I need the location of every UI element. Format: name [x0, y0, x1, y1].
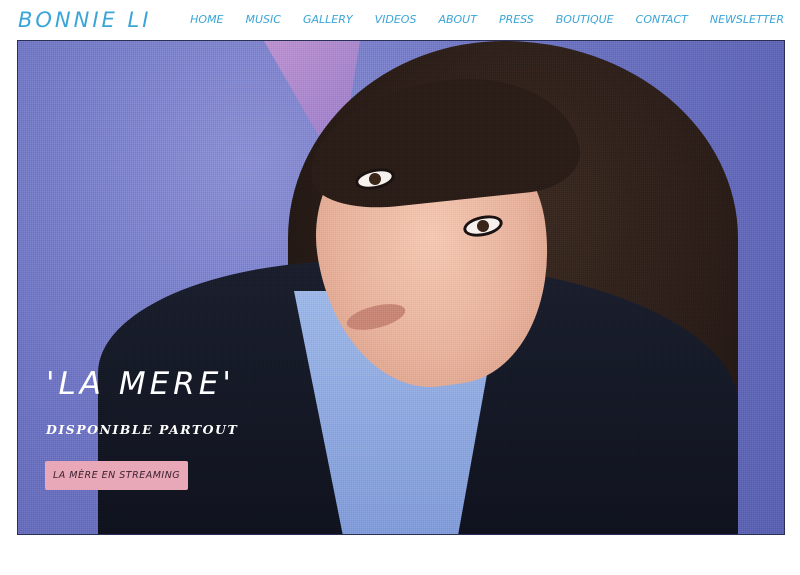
nav-item-about[interactable]: ABOUT — [438, 13, 477, 26]
streaming-button[interactable]: LA MÈRE EN STREAMING — [45, 461, 189, 490]
hero-title: 'LA MERE' — [46, 366, 235, 402]
nav-item-boutique[interactable]: BOUTIQUE — [556, 13, 614, 26]
nav-item-newsletter[interactable]: NEWSLETTER — [710, 13, 784, 26]
site-logo[interactable]: BONNIE LI — [18, 8, 151, 32]
hero-banner: 'LA MERE' DISPONIBLE PARTOUT LA MÈRE EN … — [17, 40, 785, 535]
hero-subtitle: DISPONIBLE PARTOUT — [46, 422, 239, 437]
nav-item-press[interactable]: PRESS — [499, 13, 534, 26]
site-header: BONNIE LI HOME MUSIC GALLERY VIDEOS ABOU… — [0, 0, 800, 40]
nav-item-home[interactable]: HOME — [190, 13, 223, 26]
nav-item-gallery[interactable]: GALLERY — [303, 13, 353, 26]
nav-item-music[interactable]: MUSIC — [246, 13, 281, 26]
main-navigation: HOME MUSIC GALLERY VIDEOS ABOUT PRESS BO… — [190, 13, 784, 26]
nav-item-contact[interactable]: CONTACT — [636, 13, 688, 26]
nav-item-videos[interactable]: VIDEOS — [375, 13, 417, 26]
